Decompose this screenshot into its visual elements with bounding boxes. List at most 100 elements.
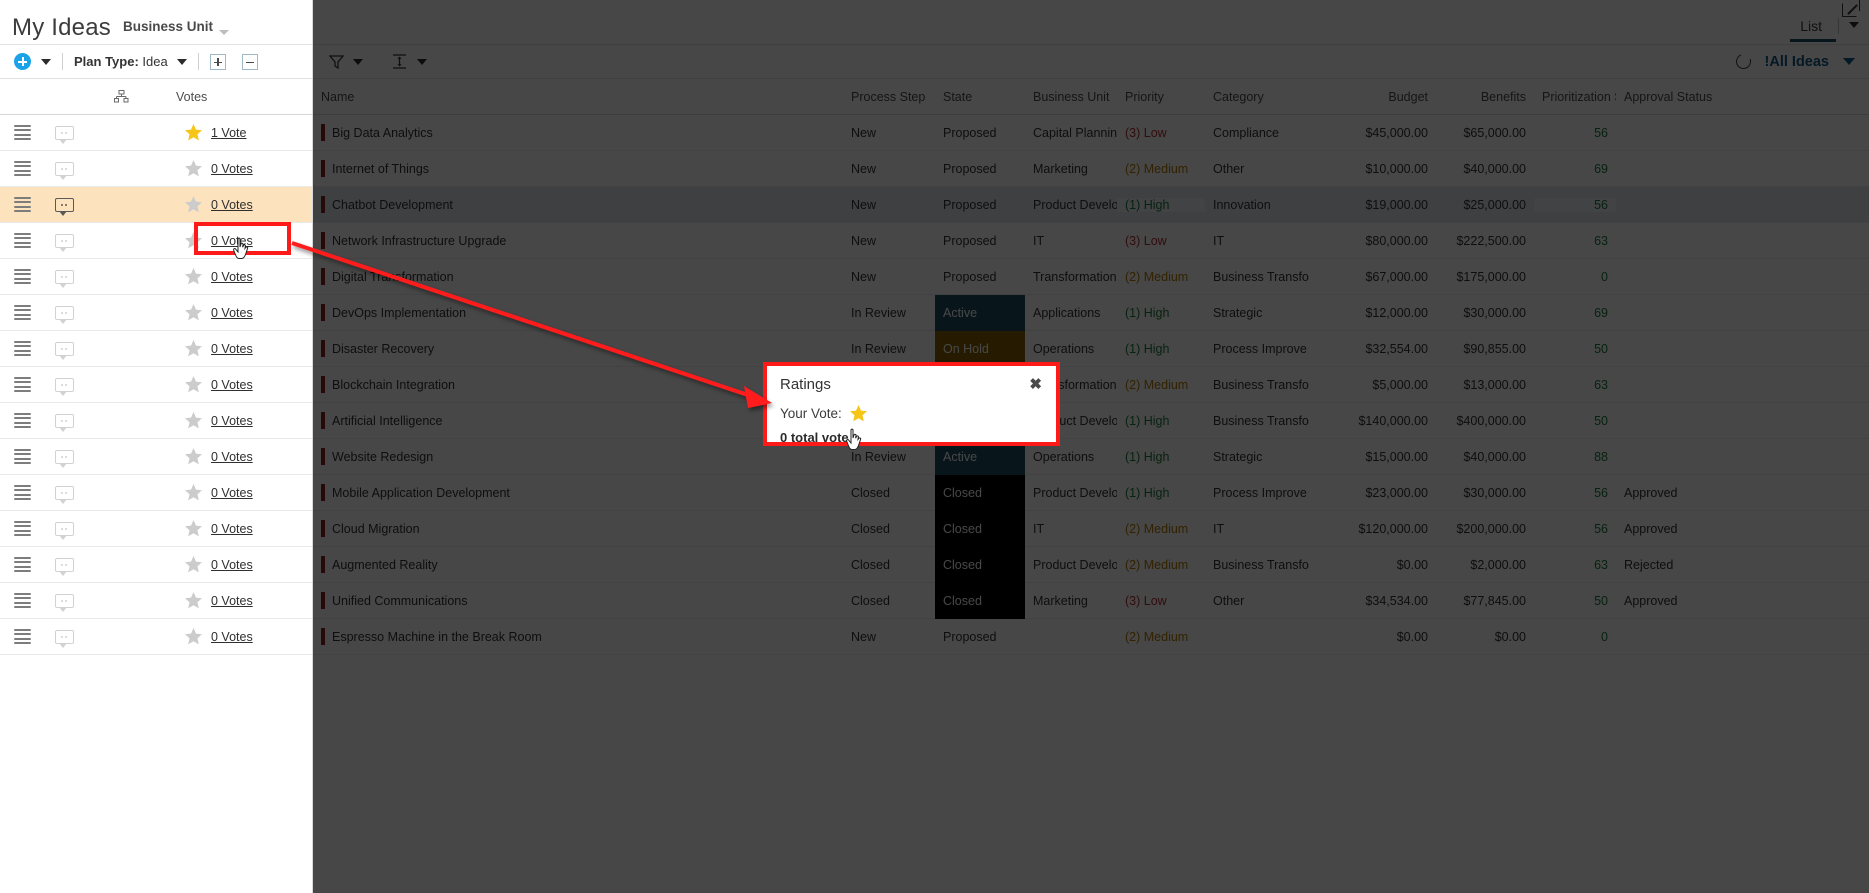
table-row[interactable]: Digital Transformation New Proposed Transfo… [313, 259, 1869, 295]
comment-icon[interactable] [44, 593, 84, 612]
cell-process-step[interactable]: Closed [843, 558, 935, 572]
cell-priority[interactable]: (2) Medium [1117, 522, 1205, 536]
cell-benefits[interactable]: $175,000.00 [1436, 270, 1534, 284]
cell-budget[interactable]: $23,000.00 [1328, 486, 1436, 500]
star-empty-icon[interactable] [184, 447, 203, 466]
row-drag-handle-icon[interactable] [0, 160, 44, 177]
cell-name[interactable]: Augmented Reality [313, 556, 843, 573]
star-filled-icon[interactable] [184, 123, 203, 142]
cell-process-step[interactable]: Closed [843, 486, 935, 500]
cell-priority[interactable]: (1) High [1117, 450, 1205, 464]
cell-prioritization[interactable]: 69 [1534, 306, 1616, 320]
cell-business-unit[interactable]: Product Develop [1025, 198, 1117, 212]
votes-link[interactable]: 0 Votes [211, 630, 253, 644]
cell-business-unit[interactable]: Product Develop [1025, 558, 1117, 572]
cell-budget[interactable]: $32,554.00 [1328, 342, 1436, 356]
cell-prioritization[interactable]: 63 [1534, 234, 1616, 248]
comment-icon[interactable] [44, 197, 84, 216]
table-row[interactable]: Network Infrastructure Upgrade New Propose… [313, 223, 1869, 259]
star-empty-icon[interactable] [184, 483, 203, 502]
cell-process-step[interactable]: New [843, 630, 935, 644]
row-drag-handle-icon[interactable] [0, 628, 44, 645]
cell-business-unit[interactable]: Operations [1025, 450, 1117, 464]
left-row[interactable]: 0 Votes [0, 331, 312, 367]
votes-link[interactable]: 0 Votes [211, 414, 253, 428]
grouping-chevron-down-icon[interactable] [219, 30, 230, 35]
comment-icon[interactable] [44, 161, 84, 180]
cell-state[interactable]: Proposed [935, 151, 1025, 187]
cell-business-unit[interactable]: Marketing [1025, 594, 1117, 608]
comment-icon[interactable] [44, 557, 84, 576]
star-empty-icon[interactable] [184, 375, 203, 394]
cell-budget[interactable]: $45,000.00 [1328, 126, 1436, 140]
star-empty-icon[interactable] [184, 303, 203, 322]
cell-priority[interactable]: (3) Low [1117, 234, 1205, 248]
star-empty-icon[interactable] [184, 159, 203, 178]
left-row[interactable]: 1 Vote [0, 115, 312, 151]
cell-name[interactable]: Big Data Analytics [313, 124, 843, 141]
cell-name[interactable]: Chatbot Development [313, 196, 843, 213]
table-row[interactable]: Mobile Application Development Closed Clos… [313, 474, 1869, 511]
cell-business-unit[interactable]: Transformation [1025, 270, 1117, 284]
cell-state[interactable]: Proposed [935, 259, 1025, 295]
cell-name[interactable]: Network Infrastructure Upgrade [313, 232, 843, 249]
comment-icon[interactable] [44, 485, 84, 504]
votes-link[interactable]: 0 Votes [211, 306, 253, 320]
cell-approval-status[interactable]: Approved [1616, 522, 1726, 536]
cell-priority[interactable]: (2) Medium [1117, 378, 1205, 392]
rowheight-chevron-down-icon[interactable] [417, 58, 427, 65]
row-height-icon[interactable] [391, 54, 408, 69]
saved-view-chevron-down-icon[interactable] [1843, 58, 1855, 65]
votes-link[interactable]: 0 Votes [211, 558, 253, 572]
star-empty-icon[interactable] [184, 195, 203, 214]
cell-benefits[interactable]: $2,000.00 [1436, 558, 1534, 572]
cell-prioritization[interactable]: 56 [1534, 126, 1616, 140]
cell-name[interactable]: Digital Transformation [313, 268, 843, 285]
cell-name[interactable]: Mobile Application Development [313, 484, 843, 501]
cell-budget[interactable]: $19,000.00 [1328, 198, 1436, 212]
left-row[interactable]: 0 Votes [0, 259, 312, 295]
cell-prioritization[interactable]: 63 [1534, 558, 1616, 572]
left-row[interactable]: 0 Votes [0, 439, 312, 475]
column-header-state[interactable]: State [935, 90, 1025, 104]
view-tab-list[interactable]: List [1790, 18, 1836, 42]
plan-type-chevron-down-icon[interactable] [176, 58, 187, 65]
cell-state[interactable]: Active [935, 294, 1025, 331]
cell-benefits[interactable]: $30,000.00 [1436, 306, 1534, 320]
cell-category[interactable]: IT [1205, 522, 1328, 536]
plan-type-filter[interactable]: Plan Type: Idea [74, 54, 168, 69]
cell-state[interactable]: Proposed [935, 619, 1025, 655]
cell-budget[interactable]: $120,000.00 [1328, 522, 1436, 536]
star-empty-icon[interactable] [184, 339, 203, 358]
cell-priority[interactable]: (1) High [1117, 414, 1205, 428]
cell-priority[interactable]: (2) Medium [1117, 558, 1205, 572]
cell-prioritization[interactable]: 0 [1534, 630, 1616, 644]
cell-process-step[interactable]: New [843, 126, 935, 140]
cell-state[interactable]: Closed [935, 474, 1025, 511]
cell-process-step[interactable]: Closed [843, 522, 935, 536]
cell-benefits[interactable]: $40,000.00 [1436, 450, 1534, 464]
cell-business-unit[interactable]: IT [1025, 234, 1117, 248]
cell-budget[interactable]: $15,000.00 [1328, 450, 1436, 464]
cell-category[interactable]: IT [1205, 234, 1328, 248]
votes-link[interactable]: 0 Votes [211, 270, 253, 284]
comment-icon[interactable] [44, 413, 84, 432]
cell-prioritization[interactable]: 50 [1534, 414, 1616, 428]
cell-approval-status[interactable]: Rejected [1616, 558, 1726, 572]
view-selector[interactable]: List [1790, 18, 1859, 44]
column-header-budget[interactable]: Budget [1328, 90, 1436, 104]
table-row[interactable]: Internet of Things New Proposed Marketing (2… [313, 151, 1869, 187]
table-row[interactable]: Espresso Machine in the Break Room New Pro… [313, 619, 1869, 655]
row-drag-handle-icon[interactable] [0, 484, 44, 501]
comment-icon[interactable] [44, 233, 84, 252]
cell-prioritization[interactable]: 50 [1534, 594, 1616, 608]
column-header-benefits[interactable]: Benefits [1436, 90, 1534, 104]
cell-priority[interactable]: (1) High [1117, 306, 1205, 320]
cell-budget[interactable]: $0.00 [1328, 630, 1436, 644]
cell-category[interactable]: Process Improve [1205, 486, 1328, 500]
cell-budget[interactable]: $34,534.00 [1328, 594, 1436, 608]
cell-budget[interactable]: $67,000.00 [1328, 270, 1436, 284]
cell-prioritization[interactable]: 69 [1534, 162, 1616, 176]
cell-name[interactable]: Disaster Recovery [313, 340, 843, 357]
comment-icon[interactable] [44, 377, 84, 396]
